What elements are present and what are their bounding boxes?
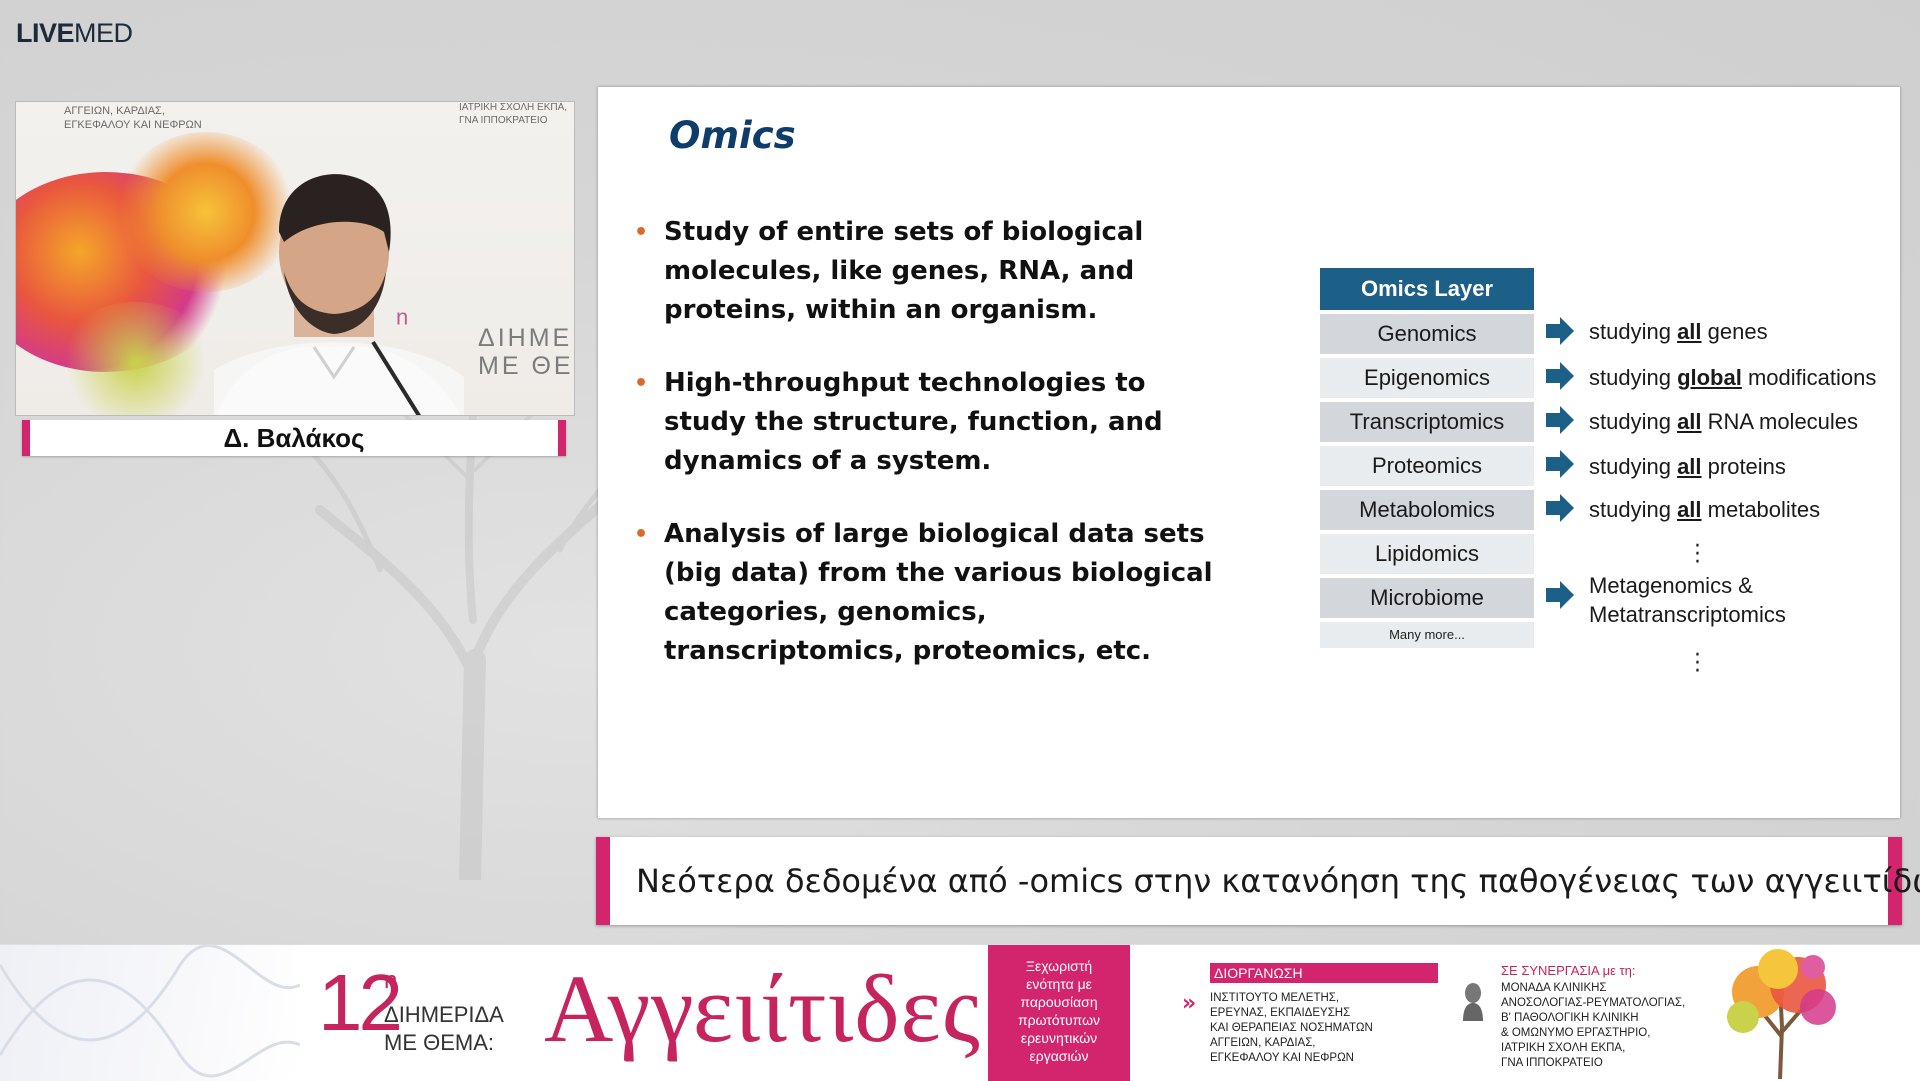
- banner-dim-line: ΔΙΗΜΕΡΙΔΑ: [384, 1002, 504, 1027]
- logo-bold: LIVE: [16, 18, 75, 48]
- desc-emphasis: all: [1677, 497, 1702, 522]
- omics-row-lipidomics: Lipidomics: [1320, 534, 1534, 574]
- omics-many-more: Many more...: [1320, 622, 1534, 648]
- omics-row-genomics: Genomics: [1320, 314, 1534, 354]
- talk-title-bar: Νεότερα δεδομένα από -omics στην κατανόη…: [596, 837, 1920, 925]
- livemed-logo: LIVEMED: [16, 18, 133, 49]
- omics-description: studying all proteins: [1589, 454, 1786, 480]
- banner-title: Αγγειίτιδες: [544, 955, 981, 1062]
- arrow-right-icon: [1546, 406, 1574, 434]
- desc-text: studying: [1589, 409, 1678, 434]
- logo-light: MED: [74, 18, 133, 48]
- bullet-marker: •: [634, 371, 649, 396]
- desc-text: RNA molecules: [1701, 409, 1859, 434]
- bullet-item: • Study of entire sets of biological mole…: [634, 213, 1234, 330]
- bullet-text: High-throughput technologies to study th…: [664, 368, 1163, 476]
- desc-text: genes: [1701, 319, 1768, 344]
- desc-text: metabolites: [1701, 497, 1821, 522]
- event-banner: 12 n ΔΙΗΜΕΡΙΔΑ ΜΕ ΘΕΜΑ: Αγγειίτιδες Ξεχω…: [0, 944, 1920, 1081]
- omics-row-microbiome: Microbiome: [1320, 578, 1534, 618]
- speaker-video-feed: ΑΓΓΕΙΩΝ, ΚΑΡΔΙΑΣ, ΕΓΚΕΦΑΛΟΥ ΚΑΙ ΝΕΦΡΩΝ Ι…: [15, 101, 575, 416]
- omics-row-metabolomics: Metabolomics: [1320, 490, 1534, 530]
- desc-emphasis: all: [1677, 409, 1702, 434]
- arrow-right-icon: [1546, 362, 1574, 390]
- omics-row-epigenomics: Epigenomics: [1320, 358, 1534, 398]
- double-chevron-icon: »: [1182, 991, 1197, 1016]
- bullet-item: • High-throughput technologies to study t…: [634, 364, 1234, 481]
- speaker-silhouette: [214, 174, 464, 415]
- banner-collaboration-label: ΣΕ ΣΥΝΕΡΓΑΣΙΑ με τη:: [1501, 963, 1636, 978]
- desc-text: studying: [1589, 365, 1678, 390]
- banner-organizer-text: ΙΝΣΤΙΤΟΥΤΟ ΜΕΛΕΤΗΣ, ΕΡΕΥΝΑΣ, ΕΚΠΑΙΔΕΥΣΗΣ…: [1210, 992, 1373, 1064]
- colorful-tree-logo: [1727, 949, 1836, 1079]
- desc-text: studying: [1589, 497, 1678, 522]
- banner-edition-superscript: n: [384, 967, 398, 994]
- backdrop-dimerida: ΔΙΗΜΕΡ ΜΕ ΘΕ: [478, 324, 574, 380]
- banner-organizer-label: ΔΙΟΡΓΑΝΩΣΗ: [1210, 963, 1438, 983]
- hippocrates-bust-icon: [1463, 983, 1483, 1021]
- bullet-item: • Analysis of large biological data sets …: [634, 515, 1234, 671]
- arrow-right-icon: [1546, 494, 1574, 522]
- omics-description: studying all genes: [1589, 319, 1768, 345]
- dna-helix-icon: [0, 945, 301, 1078]
- desc-text: modifications: [1741, 365, 1877, 390]
- backdrop-text-right: ΙΑΤΡΙΚΗ ΣΧΟΛΗ ΕΚΠΑ, ΓΝΑ ΙΠΠΟΚΡΑΤΕΙΟ: [459, 102, 568, 126]
- bullet-list: • Study of entire sets of biological mole…: [634, 213, 1234, 705]
- omics-description: studying all metabolites: [1589, 497, 1820, 523]
- backdrop-text-left: ΑΓΓΕΙΩΝ, ΚΑΡΔΙΑΣ, ΕΓΚΕΦΑΛΟΥ ΚΑΙ ΝΕΦΡΩΝ: [64, 105, 202, 131]
- desc-emphasis: all: [1677, 454, 1702, 479]
- omics-description: studying global modifications: [1589, 365, 1876, 391]
- desc-text: Metatranscriptomics: [1589, 602, 1786, 627]
- speaker-name-bar: Δ. Βαλάκος: [22, 420, 566, 456]
- bullet-marker: •: [634, 220, 649, 245]
- presentation-slide: Omics • Study of entire sets of biologica…: [598, 87, 1900, 818]
- vertical-ellipsis-icon: · · ·: [1694, 534, 1701, 575]
- paint-splash: [56, 302, 216, 415]
- arrow-right-icon: [1546, 581, 1574, 609]
- bullet-text: Study of entire sets of biological molec…: [664, 217, 1144, 325]
- desc-text: proteins: [1701, 454, 1786, 479]
- omics-table-header: Omics Layer: [1320, 268, 1534, 310]
- arrow-right-icon: [1546, 450, 1574, 478]
- desc-emphasis: global: [1677, 365, 1742, 390]
- banner-dim-line: ΜΕ ΘΕΜΑ:: [384, 1030, 495, 1055]
- omics-description: studying all RNA molecules: [1589, 409, 1858, 435]
- desc-text: studying: [1589, 454, 1678, 479]
- banner-research-box: Ξεχωριστή ενότητα με παρουσίαση πρωτότυπ…: [988, 945, 1130, 1081]
- omics-layer-table: Omics Layer Genomics Epigenomics Transcr…: [1320, 268, 1534, 648]
- omics-description-microbiome: Metagenomics & Metatranscriptomics: [1589, 571, 1786, 629]
- desc-text: Metagenomics &: [1589, 573, 1753, 598]
- banner-collaboration-text: ΜΟΝΑΔΑ ΚΛΙΝΙΚΗΣ ΑΝΟΣΟΛΟΓΙΑΣ-ΡΕΥΜΑΤΟΛΟΓΙΑ…: [1501, 982, 1686, 1069]
- slide-title: Omics: [669, 114, 796, 157]
- bullet-text: Analysis of large biological data sets (…: [664, 519, 1213, 666]
- omics-row-proteomics: Proteomics: [1320, 446, 1534, 486]
- desc-emphasis: all: [1677, 319, 1702, 344]
- arrow-right-icon: [1546, 317, 1574, 345]
- banner-dimerida: ΔΙΗΜΕΡΙΔΑ ΜΕ ΘΕΜΑ:: [384, 1001, 504, 1057]
- talk-title: Νεότερα δεδομένα από -omics στην κατανόη…: [636, 862, 1920, 900]
- desc-text: studying: [1589, 319, 1678, 344]
- omics-row-transcriptomics: Transcriptomics: [1320, 402, 1534, 442]
- vertical-ellipsis-icon: · · ·: [1694, 643, 1701, 684]
- bullet-marker: •: [634, 522, 649, 547]
- dna-graphic: [0, 945, 301, 1081]
- speaker-name: Δ. Βαλάκος: [223, 423, 365, 453]
